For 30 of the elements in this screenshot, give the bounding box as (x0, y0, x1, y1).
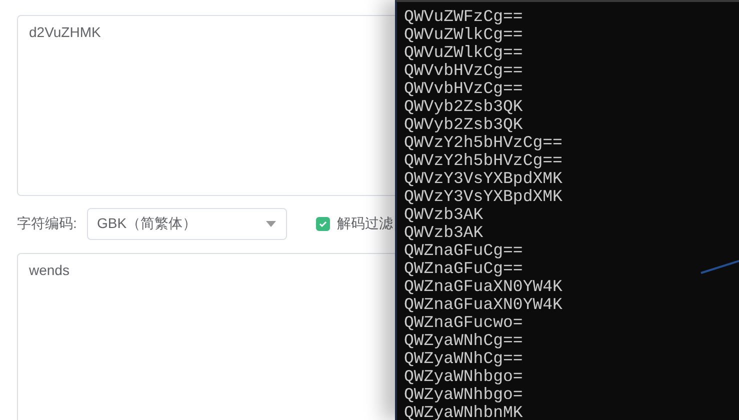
terminal-line: QWZyaWNhbgo= (404, 386, 523, 404)
terminal-line: QWVuZWlkCg== (404, 44, 523, 62)
terminal-line: QWVvbHVzCg== (404, 62, 523, 80)
caret-icon (266, 221, 276, 227)
encoding-label: 字符编码: (17, 215, 78, 233)
terminal-line: QWVuZWFzCg== (404, 8, 523, 26)
terminal-line: QWZyaWNhCg== (404, 350, 523, 368)
terminal-line: QWVzb3AK (404, 224, 484, 242)
terminal-line: QWZyaWNhbgo= (404, 368, 523, 386)
terminal-line: QWVzY2h5bHVzCg== (404, 134, 562, 152)
output-field[interactable]: wends (17, 253, 395, 420)
terminal-line: QWVzY2h5bHVzCg== (404, 152, 562, 170)
encoding-select[interactable]: GBK（简繁体） (87, 208, 287, 240)
checkmark-icon (319, 221, 327, 227)
input-field[interactable]: d2VuZHMK (17, 15, 395, 196)
terminal-line: QWZnaGFuCg== (404, 260, 523, 278)
terminal-line: QWZyaWNhCg== (404, 332, 523, 350)
terminal-line: QWVvbHVzCg== (404, 80, 523, 98)
terminal-line: QWVuZWlkCg== (404, 26, 523, 44)
terminal-line: QWVzb3AK (404, 206, 484, 224)
checkbox[interactable] (316, 217, 330, 231)
terminal-line: QWVyb2Zsb3QK (404, 98, 523, 116)
terminal-line: QWZnaGFuaXN0YW4K (404, 278, 562, 296)
terminal-line: QWVyb2Zsb3QK (404, 116, 523, 134)
terminal-line: QWVzY3VsYXBpdXMK (404, 188, 562, 206)
terminal-line: QWVzY3VsYXBpdXMK (404, 170, 562, 188)
checkbox-label: 解码过滤 (337, 215, 393, 233)
terminal-line: QWZnaGFucwo= (404, 314, 523, 332)
terminal-line: QWZnaGFuaXN0YW4K (404, 296, 562, 314)
terminal-line: QWZnaGFuCg== (404, 242, 523, 260)
